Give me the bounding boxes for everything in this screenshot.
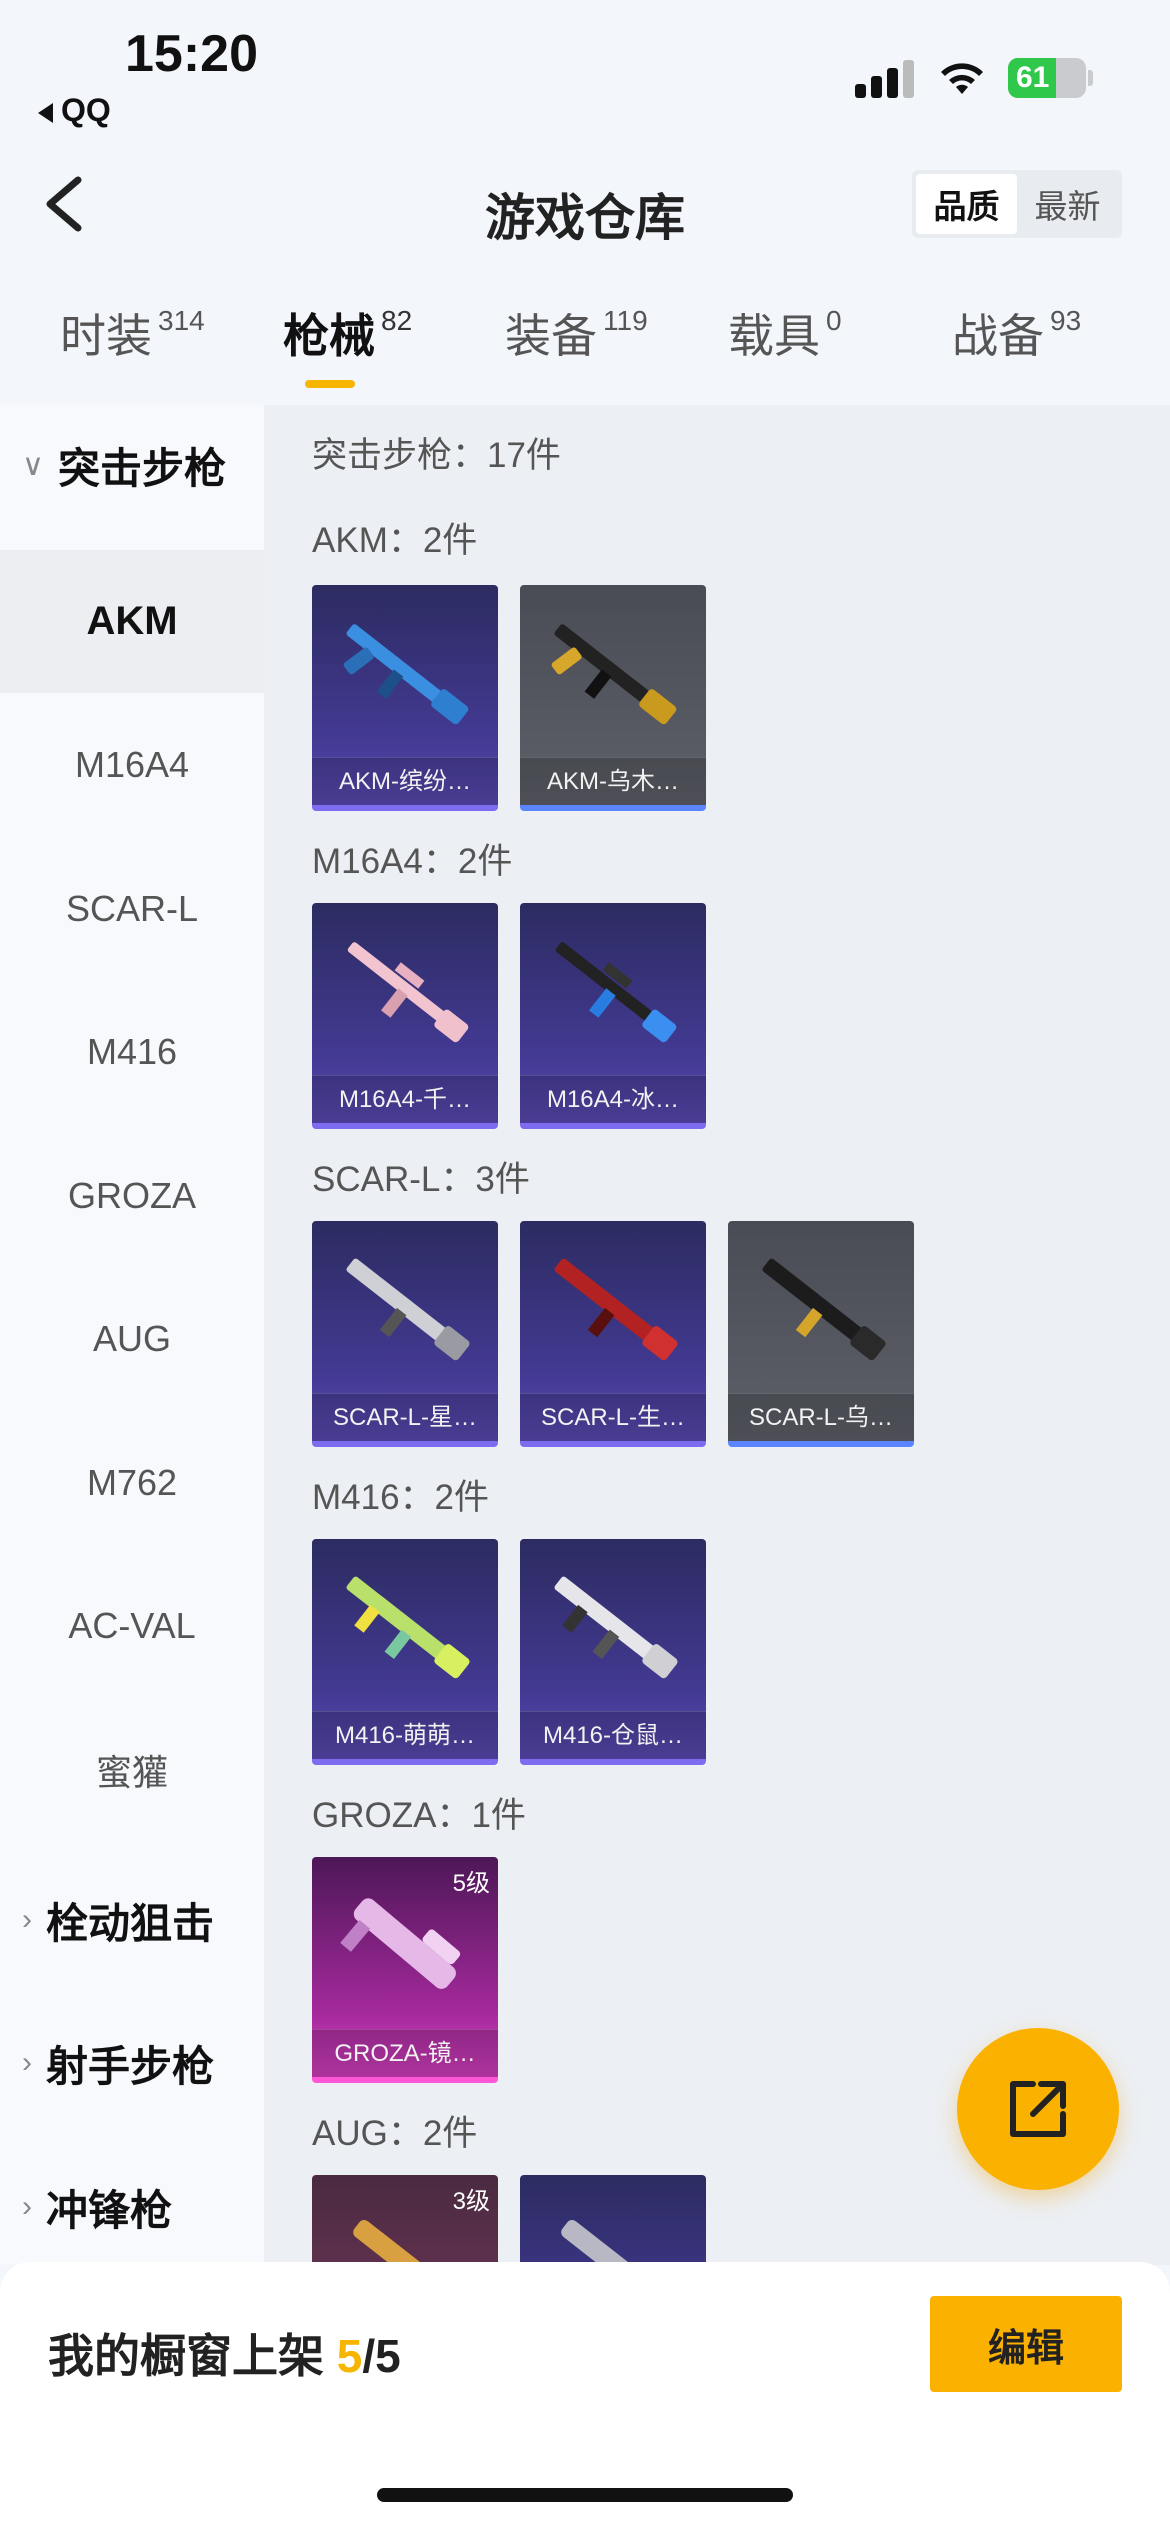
rifle-icon	[347, 942, 469, 1043]
weapon-card-label: AKM-缤纷…	[312, 757, 498, 805]
section-title-scar-l: SCAR-L：3件	[312, 1160, 530, 1199]
weapon-list: 突击步枪：17件 AKM：2件 AKM-缤纷… AKM-乌木… M16A4：2件…	[264, 405, 1170, 2265]
weapon-card-label: M16A4-千…	[312, 1075, 498, 1123]
back-app-label: QQ	[61, 92, 111, 128]
showcase-status: 我的橱窗上架 5/5	[48, 2330, 401, 2382]
rifle-icon	[353, 2219, 456, 2265]
rifle-icon	[554, 1258, 678, 1361]
chevron-down-icon: ∨	[22, 448, 44, 482]
category-count: 突击步枪：17件	[312, 436, 561, 475]
section-title-m16a4: M16A4：2件	[312, 842, 513, 881]
sidebar-group-assault-rifles[interactable]: ∨ 突击步枪	[0, 405, 264, 525]
category-tabs: 时装 314 枪械 82 装备 119 载具 0 战备 93	[0, 300, 1170, 405]
share-external-icon	[1010, 2081, 1066, 2137]
chevron-right-icon: ›	[22, 2046, 32, 2079]
showcase-bar: 我的橱窗上架 5/5 编辑	[0, 2262, 1170, 2532]
tab-equipment[interactable]: 装备 119	[505, 300, 648, 366]
rifle-icon	[346, 1576, 470, 1679]
sort-newest-button[interactable]: 最新	[1017, 174, 1118, 234]
battery-icon: 61	[1008, 58, 1086, 98]
weapon-card[interactable]: 5级 GROZA-镜…	[312, 1857, 498, 2083]
weapon-card-label: AKM-乌木…	[520, 757, 706, 805]
status-time: 15:20	[125, 25, 258, 83]
tab-supplies[interactable]: 战备 93	[952, 300, 1081, 366]
weapon-card-label: SCAR-L-乌…	[728, 1393, 914, 1441]
sidebar-group-marksman-rifles[interactable]: › 射手步枪	[0, 2003, 264, 2123]
sidebar-item-aug[interactable]: AUG	[0, 1267, 264, 1410]
rifle-icon	[346, 1258, 470, 1361]
section-title-m416: M416：2件	[312, 1478, 490, 1517]
rifle-icon	[561, 2219, 664, 2265]
tab-vehicles[interactable]: 载具 0	[728, 300, 842, 366]
wifi-icon	[941, 63, 983, 94]
sidebar-item-m762[interactable]: M762	[0, 1411, 264, 1554]
weapon-card-label: SCAR-L-星…	[312, 1393, 498, 1441]
status-bar: 15:20 QQ 61	[0, 0, 1170, 140]
back-triangle-icon	[38, 102, 53, 123]
sort-toggle: 品质 最新	[912, 170, 1122, 238]
chevron-right-icon: ›	[22, 1903, 32, 1936]
weapon-card-label: M416-仓鼠…	[520, 1711, 706, 1759]
rifle-icon	[555, 942, 677, 1043]
weapon-card-label: GROZA-镜…	[312, 2029, 498, 2077]
sidebar-group-bolt-sniper[interactable]: › 栓动狙击	[0, 1860, 264, 1980]
edit-button[interactable]: 编辑	[930, 2296, 1122, 2392]
sidebar-item-akm[interactable]: AKM	[0, 550, 264, 693]
sidebar-item-m16a4[interactable]: M16A4	[0, 693, 264, 836]
weapon-card-label: M16A4-冰…	[520, 1075, 706, 1123]
weapon-card[interactable]: M416-仓鼠…	[520, 1539, 706, 1765]
weapon-card[interactable]: AKM-乌木…	[520, 585, 706, 811]
weapon-card-label: SCAR-L-生…	[520, 1393, 706, 1441]
weapon-card[interactable]: SCAR-L-乌…	[728, 1221, 914, 1447]
weapon-card[interactable]: M416-萌萌…	[312, 1539, 498, 1765]
weapon-card-label: M416-萌萌…	[312, 1711, 498, 1759]
section-title-groza: GROZA：1件	[312, 1796, 526, 1835]
rifle-icon	[762, 1258, 886, 1361]
weapon-card[interactable]: AKM-缤纷…	[312, 585, 498, 811]
cellular-signal-icon	[855, 60, 915, 98]
showcase-count: 5	[336, 2330, 363, 2382]
tab-outfits[interactable]: 时装 314	[60, 300, 205, 366]
weapon-card[interactable]: 3级	[312, 2175, 498, 2265]
weapon-card[interactable]: M16A4-冰…	[520, 903, 706, 1129]
weapon-card[interactable]	[520, 2175, 706, 2265]
active-tab-indicator	[305, 380, 355, 388]
battery-level: 61	[1016, 61, 1050, 94]
sidebar-item-groza[interactable]: GROZA	[0, 1124, 264, 1267]
weapon-sidebar: ∨ 突击步枪 AKM M16A4 SCAR-L M416 GROZA AUG M7…	[0, 405, 264, 2265]
back-to-app-link[interactable]: QQ	[38, 92, 111, 129]
section-title-aug: AUG：2件	[312, 2114, 478, 2153]
chevron-right-icon: ›	[22, 2190, 32, 2223]
rifle-icon	[551, 624, 677, 725]
home-indicator[interactable]	[377, 2488, 793, 2502]
sidebar-item-m416[interactable]: M416	[0, 980, 264, 1123]
sidebar-item-scar-l[interactable]: SCAR-L	[0, 837, 264, 980]
sidebar-item-honey-badger[interactable]: 蜜獾	[0, 1698, 264, 1841]
section-title-akm: AKM：2件	[312, 521, 478, 560]
rifle-icon	[340, 1898, 461, 1989]
weapon-card[interactable]: SCAR-L-星…	[312, 1221, 498, 1447]
share-button[interactable]	[957, 2028, 1119, 2190]
tab-weapons[interactable]: 枪械 82	[283, 300, 412, 366]
sidebar-group-smg[interactable]: › 冲锋枪	[0, 2147, 264, 2267]
rifle-icon	[343, 624, 469, 725]
weapon-card[interactable]: M16A4-千…	[312, 903, 498, 1129]
header: 游戏仓库 品质 最新	[0, 150, 1170, 260]
sort-quality-button[interactable]: 品质	[916, 174, 1017, 234]
sidebar-item-ac-val[interactable]: AC-VAL	[0, 1554, 264, 1697]
weapon-card[interactable]: SCAR-L-生…	[520, 1221, 706, 1447]
rifle-icon	[554, 1576, 678, 1679]
